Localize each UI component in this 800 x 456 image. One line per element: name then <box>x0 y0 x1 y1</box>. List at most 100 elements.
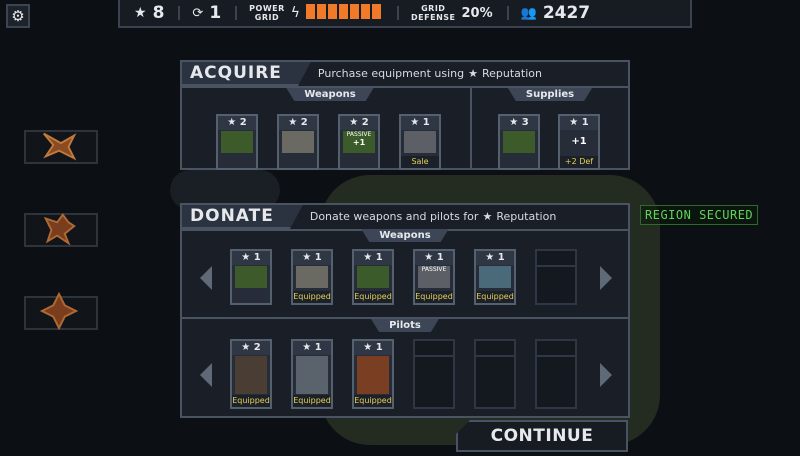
status-label: Equipped <box>476 291 514 303</box>
item-image: PASSIVE +1 <box>343 131 375 153</box>
empty-pilot-slot <box>474 339 516 409</box>
item-image <box>296 266 328 288</box>
item-image: PASSIVE <box>418 266 450 288</box>
cost-badge: ★ 1 <box>232 251 270 265</box>
mech-icon <box>40 292 78 330</box>
acquire-supplies-label: Supplies <box>508 88 592 101</box>
mech-slot-1[interactable] <box>24 130 98 164</box>
donate-pilot-card[interactable]: ★ 1 Equipped <box>291 339 333 409</box>
star-icon: ★ <box>363 252 376 263</box>
shop-supply-card[interactable]: ★ 3 <box>498 114 540 170</box>
mech-slot-3[interactable] <box>24 292 98 330</box>
donate-weapons-label: Weapons <box>361 229 448 242</box>
shop-weapon-card[interactable]: ★ 2 <box>277 114 319 170</box>
item-image: +1 <box>571 136 587 147</box>
item-image <box>357 266 389 288</box>
donate-weapon-card[interactable]: ★ 1 Equipped <box>352 249 394 305</box>
status-label: Equipped <box>415 291 453 303</box>
donate-weapon-card[interactable]: ★ 1 PASSIVE Equipped <box>413 249 455 305</box>
star-icon: ★ <box>468 66 478 80</box>
pilot-portrait <box>235 356 267 394</box>
resource-bar: ★ 8 ⟳ 1 POWER GRID ϟ GRID DEFENSE 20% 👥 … <box>118 0 692 28</box>
cost-badge: ★ 2 <box>340 116 378 130</box>
donate-weapons-prev-arrow[interactable] <box>200 266 212 290</box>
star-icon: ★ <box>410 117 423 128</box>
cost-badge: ★ 3 <box>500 116 538 130</box>
status-label: Equipped <box>354 291 392 303</box>
star-icon: ★ <box>227 117 240 128</box>
donate-weapon-card[interactable]: ★ 1 <box>230 249 272 305</box>
cost-badge: ★ 1 <box>415 251 453 265</box>
donate-title: DONATE <box>180 203 304 229</box>
status-label: +2 Def <box>560 156 598 168</box>
star-icon: ★ <box>302 252 315 263</box>
power-cells <box>306 3 383 23</box>
shop-weapon-card[interactable]: ★ 2 PASSIVE +1 <box>338 114 380 170</box>
star-icon: ★ <box>569 117 582 128</box>
donate-pilot-card[interactable]: ★ 2 Equipped <box>230 339 272 409</box>
donate-description: Donate weapons and pilots for ★ Reputati… <box>309 209 557 223</box>
donate-weapons-next-arrow[interactable] <box>600 266 612 290</box>
item-image <box>479 266 511 288</box>
donate-pilot-card[interactable]: ★ 1 Equipped <box>352 339 394 409</box>
cost-badge: ★ 1 <box>354 341 392 355</box>
star-icon: ★ <box>302 342 315 353</box>
cost-badge: ★ 1 <box>560 116 598 130</box>
mech-slot-2[interactable] <box>24 213 98 247</box>
star-icon: ★ <box>241 342 254 353</box>
cost-badge: ★ 1 <box>401 116 439 130</box>
star-icon: ★ <box>363 342 376 353</box>
donate-panel: DONATE Donate weapons and pilots for ★ R… <box>180 203 630 418</box>
continue-button[interactable]: CONTINUE <box>456 420 628 452</box>
status-label: Equipped <box>232 395 270 407</box>
acquire-weapons-label: Weapons <box>286 88 373 101</box>
status-label: Equipped <box>293 395 331 407</box>
region-secured-label: REGION SECURED <box>640 205 759 225</box>
empty-weapon-slot <box>535 249 577 305</box>
core-icon: ⟳ <box>192 5 204 21</box>
shop-supply-card[interactable]: ★ 1 +1 +2 Def <box>558 114 600 170</box>
star-icon: ★ <box>241 252 254 263</box>
star-icon: ★ <box>288 117 301 128</box>
cost-badge: ★ 2 <box>218 116 256 130</box>
reputation-counter: 👥 2427 <box>506 0 605 26</box>
shop-weapon-card[interactable]: ★ 2 <box>216 114 258 170</box>
power-cell <box>361 3 371 19</box>
item-image <box>235 266 267 288</box>
shop-weapon-card[interactable]: ★ 1 Sale <box>399 114 441 170</box>
people-icon: 👥 <box>520 5 537 21</box>
cost-badge: ★ 2 <box>232 341 270 355</box>
power-cell <box>372 3 382 19</box>
cost-badge: ★ 1 <box>476 251 514 265</box>
pilot-portrait <box>296 356 328 394</box>
power-cell <box>306 3 316 19</box>
donate-weapon-card[interactable]: ★ 1 Equipped <box>291 249 333 305</box>
mech-icon <box>43 213 76 246</box>
acquire-description: Purchase equipment using ★ Reputation <box>317 66 542 80</box>
status-label: Sale <box>401 156 439 168</box>
star-icon: ★ <box>485 252 498 263</box>
power-cell <box>350 3 360 19</box>
item-image <box>503 131 535 153</box>
star-icon: ★ <box>509 117 522 128</box>
donate-pilots-next-arrow[interactable] <box>600 363 612 387</box>
power-cell <box>339 3 349 19</box>
item-image <box>282 131 314 153</box>
empty-pilot-slot <box>535 339 577 409</box>
star-icon: ★ <box>482 209 493 223</box>
item-image <box>221 131 253 153</box>
empty-pilot-slot <box>413 339 455 409</box>
acquire-panel: ACQUIRE Purchase equipment using ★ Reput… <box>180 60 630 170</box>
status-label: Equipped <box>354 395 392 407</box>
power-cell <box>317 3 327 19</box>
star-counter: ★ 8 <box>134 3 165 23</box>
donate-pilots-prev-arrow[interactable] <box>200 363 212 387</box>
lightning-icon: ϟ <box>290 5 301 21</box>
settings-button[interactable]: ⚙ <box>6 4 30 28</box>
power-cell <box>328 3 338 19</box>
cost-badge: ★ 1 <box>354 251 392 265</box>
acquire-title: ACQUIRE <box>180 60 312 86</box>
donate-weapon-card[interactable]: ★ 1 Equipped <box>474 249 516 305</box>
gear-icon: ⚙ <box>11 7 25 25</box>
core-counter: ⟳ 1 <box>178 0 235 26</box>
